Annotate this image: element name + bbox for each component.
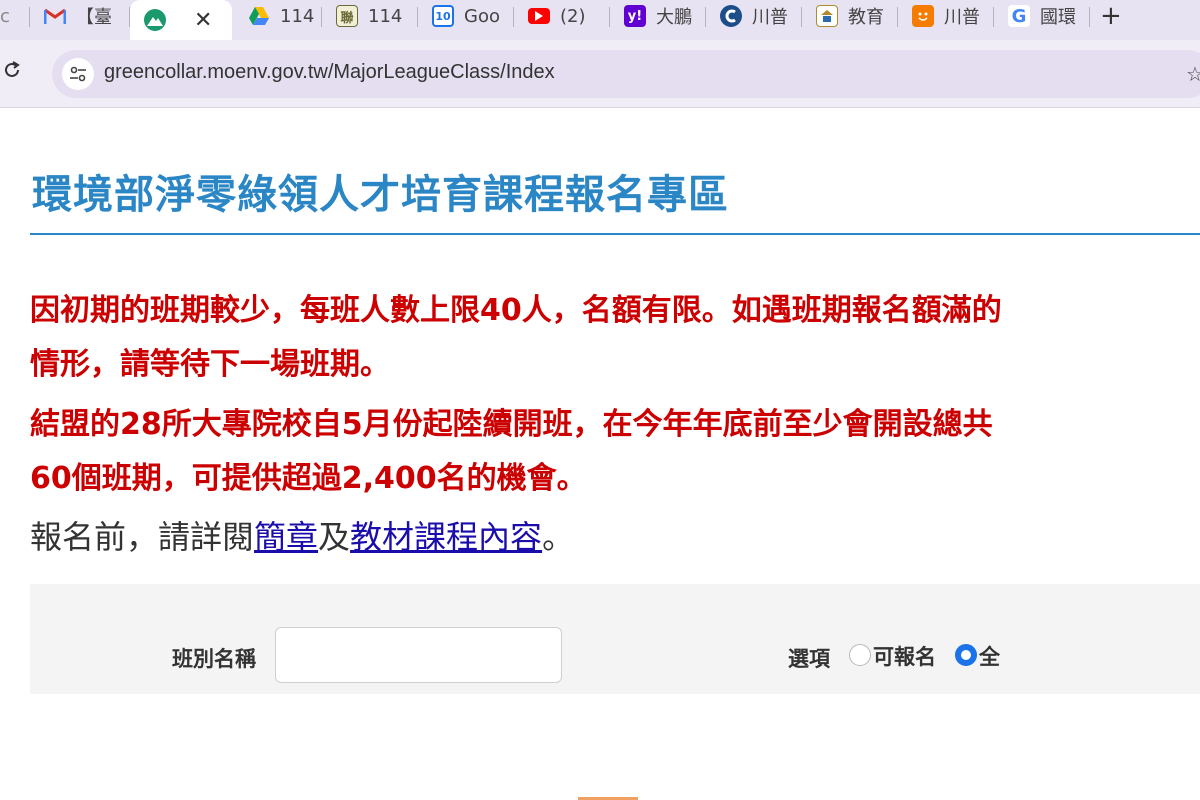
browser-tab[interactable]: y! 大鵬 bbox=[610, 0, 706, 32]
options-label: 選項 bbox=[788, 647, 830, 671]
tab-label: c bbox=[0, 5, 10, 27]
info-suffix: 。 bbox=[542, 518, 575, 556]
google-calendar-icon: 10 bbox=[432, 5, 454, 27]
url-text[interactable]: greencollar.moenv.gov.tw/MajorLeagueClas… bbox=[104, 61, 555, 84]
radio-all[interactable] bbox=[955, 644, 977, 666]
youtube-icon bbox=[528, 8, 550, 24]
browser-tab[interactable]: 10 Goo bbox=[418, 0, 514, 32]
tab-label: 114 bbox=[368, 5, 403, 27]
browser-tab[interactable]: (2) bbox=[514, 0, 610, 32]
class-name-label: 班別名稱 bbox=[172, 647, 256, 671]
info-mid: 及 bbox=[318, 518, 351, 556]
title-divider bbox=[30, 233, 1200, 235]
browser-tab[interactable]: 川普 bbox=[898, 0, 994, 32]
notice-line: 因初期的班期較少，每班人數上限40人，名額有限。如遇班期報名額滿的 bbox=[30, 293, 1002, 328]
browser-tab[interactable]: 川普 bbox=[706, 0, 802, 32]
school-icon bbox=[816, 5, 838, 27]
site-c-icon bbox=[720, 5, 742, 27]
google-drive-icon bbox=[248, 5, 270, 27]
browser-tab[interactable]: 【臺 bbox=[30, 0, 130, 32]
tab-label: 教育 bbox=[848, 7, 884, 28]
notice-schedule: 結盟的28所大專院校自5月份起陸續開班，在今年年底前至少會開設總共 60個班期，… bbox=[30, 398, 993, 506]
tab-label: 【臺 bbox=[76, 7, 112, 28]
google-icon: G bbox=[1008, 5, 1030, 27]
class-name-input[interactable] bbox=[275, 627, 562, 683]
tab-label: 國環 bbox=[1040, 7, 1076, 28]
info-prefix: 報名前，請詳閱 bbox=[30, 518, 255, 556]
browser-tab-active[interactable]: ✕ bbox=[130, 0, 232, 40]
reload-icon[interactable] bbox=[2, 60, 22, 86]
yahoo-icon: y! bbox=[624, 5, 646, 27]
tab-label: 川普 bbox=[944, 7, 980, 28]
tab-label: Goo bbox=[464, 5, 500, 27]
radio-available-label[interactable]: 可報名 bbox=[873, 641, 936, 671]
tab-label: (2) bbox=[560, 5, 586, 27]
notice-line: 結盟的28所大專院校自5月份起陸續開班，在今年年底前至少會開設總共 bbox=[30, 407, 993, 442]
orange-face-icon bbox=[912, 5, 934, 27]
filter-panel: 班別名稱 選項 可報名 全 bbox=[30, 584, 1200, 694]
address-bar[interactable]: greencollar.moenv.gov.tw/MajorLeagueClas… bbox=[52, 50, 1200, 98]
bookmark-star-icon[interactable]: ☆ bbox=[1186, 62, 1200, 86]
browser-tab[interactable]: G 國環 bbox=[994, 0, 1090, 32]
radio-available[interactable] bbox=[849, 644, 871, 666]
tab-label: 114 bbox=[280, 5, 315, 27]
browser-tab[interactable]: c bbox=[0, 0, 30, 32]
browser-tab[interactable]: 教育 bbox=[802, 0, 898, 32]
gmail-icon bbox=[44, 5, 66, 27]
browser-toolbar: greencollar.moenv.gov.tw/MajorLeagueClas… bbox=[0, 40, 1200, 108]
tab-label: 川普 bbox=[752, 7, 788, 28]
radio-all-label[interactable]: 全 bbox=[979, 641, 1000, 671]
browser-tab[interactable]: 聯 114 bbox=[322, 0, 418, 32]
browser-tab-strip: c 【臺 ✕ 114 聯 114 10 Goo (2) y! 大鵬 川普 教育 … bbox=[0, 0, 1200, 40]
new-tab-plus-icon[interactable]: + bbox=[1100, 1, 1122, 31]
browser-tab[interactable]: 114 bbox=[234, 0, 322, 32]
page-title: 環境部淨零綠領人才培育課程報名專區 bbox=[32, 172, 729, 218]
site-info-tune-icon[interactable] bbox=[62, 58, 94, 90]
course-materials-link[interactable]: 教材課程內容 bbox=[350, 518, 542, 556]
tab-label: 大鵬 bbox=[656, 7, 692, 28]
notice-line: 情形，請等待下一場班期。 bbox=[30, 347, 390, 382]
close-tab-icon[interactable]: ✕ bbox=[194, 8, 212, 33]
moenv-mountain-icon bbox=[144, 9, 166, 31]
notice-quota: 因初期的班期較少，每班人數上限40人，名額有限。如遇班期報名額滿的 情形，請等待… bbox=[30, 284, 1002, 392]
brochure-link[interactable]: 簡章 bbox=[254, 518, 318, 556]
notice-line: 60個班期，可提供超過2,400名的機會。 bbox=[30, 461, 587, 496]
info-line: 報名前，請詳閱簡章及教材課程內容。 bbox=[30, 512, 574, 558]
document-icon: 聯 bbox=[336, 5, 358, 27]
